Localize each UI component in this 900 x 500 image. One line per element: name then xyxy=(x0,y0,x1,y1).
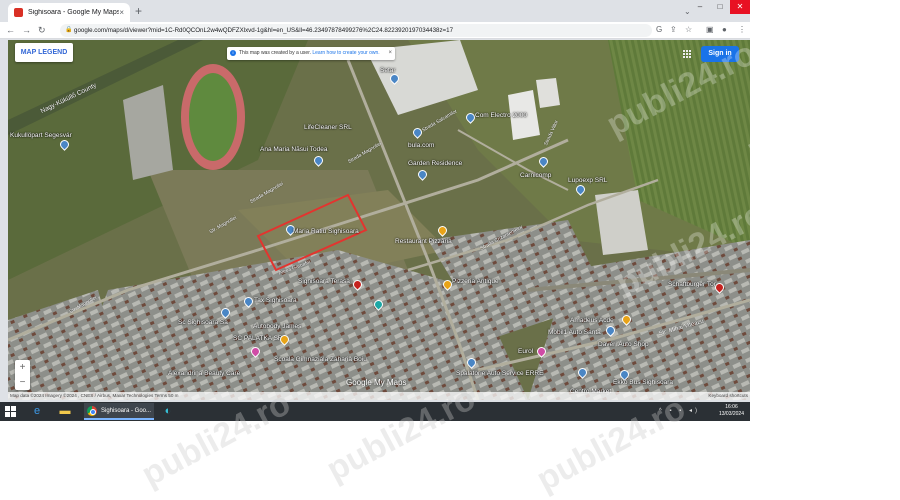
place-label: Garden Residence xyxy=(408,160,463,167)
user-map-notice: i This map was created by a user. Learn … xyxy=(227,47,395,60)
place-label: Schaftburger Tor xyxy=(668,281,716,288)
place-label: Amadeus Acde xyxy=(570,317,614,324)
url-text: google.com/maps/d/viewer?mid=1C-Rd0QCOnL… xyxy=(74,27,454,34)
zoom-in-button[interactable]: + xyxy=(15,360,30,375)
system-clock[interactable]: 16:06 13/03/2024 xyxy=(719,404,744,418)
place-label: Lupoexp SRL xyxy=(568,177,608,184)
place-label: Com Electro 2000 xyxy=(475,112,528,119)
reload-icon[interactable]: ↻ xyxy=(38,24,46,36)
google-lens-icon[interactable]: G xyxy=(656,25,662,35)
place-label: Restaurant Pizzaria xyxy=(395,238,452,245)
google-my-maps-logo: Google My Maps xyxy=(346,378,407,387)
map-attribution: Map data ©2024 Imagery ©2024 , CNES / Ai… xyxy=(8,392,750,400)
place-label: Autobody James xyxy=(253,323,302,330)
place-label: Sighisoara Terasa xyxy=(298,278,350,285)
place-label: Mobil1 Auto Santa xyxy=(548,329,601,336)
place-label: Carnicomp xyxy=(520,172,552,179)
minimize-button[interactable]: – xyxy=(690,0,710,14)
notice-text: This map was created by a user. xyxy=(239,50,311,56)
place-label: Spalatorie Auto Service ERRE xyxy=(456,370,544,377)
place-label: Sc Sighisoara Sa xyxy=(178,319,228,326)
place-label: Ekko Bus Sighisoara xyxy=(613,379,673,386)
place-label: Pizzeria Antique xyxy=(452,278,499,285)
place-label: Tax Sighisoara xyxy=(254,297,297,304)
apps-grid-icon[interactable] xyxy=(683,50,692,59)
chrome-taskbar-label: Sighisoara - Goo... xyxy=(101,407,152,414)
notice-close-icon[interactable]: × xyxy=(388,47,392,60)
my-maps-favicon-icon xyxy=(14,8,23,17)
place-label: Ana Maria Năsui Todea xyxy=(260,146,328,153)
close-window-button[interactable]: ✕ xyxy=(730,0,750,14)
screen: Sighisoara - Google My Maps × + ⌄ – □ ✕ … xyxy=(0,0,750,421)
place-label: Alexandrina Beauty Care xyxy=(168,370,241,377)
clock-time: 16:06 xyxy=(725,404,738,410)
bookmark-star-icon[interactable]: ☆ xyxy=(685,25,692,35)
place-label: Setar xyxy=(380,67,396,74)
clock-date: 13/03/2024 xyxy=(718,411,744,417)
place-label: SC PALATKA SRL xyxy=(233,335,287,342)
profile-avatar-icon[interactable]: ● xyxy=(722,25,727,35)
windows-start-icon[interactable] xyxy=(5,406,16,417)
attribution-text: Map data ©2024 Imagery ©2024 , CNES / Ai… xyxy=(10,393,179,398)
place-label: Daveri Auto Shop xyxy=(598,341,649,348)
place-label: Kukullöpart Segesvár xyxy=(10,132,72,139)
place-label: bula.com xyxy=(408,142,435,149)
chrome-icon xyxy=(87,405,97,416)
maximize-button[interactable]: □ xyxy=(710,0,730,14)
learn-more-link[interactable]: Learn how to create your own. xyxy=(312,50,379,56)
tab-close-icon[interactable]: × xyxy=(119,8,124,17)
place-label: Maria Ratiu Sighisoara xyxy=(293,228,359,235)
chrome-taskbar-button[interactable]: Sighisoara - Goo... xyxy=(84,403,154,420)
window-controls: – □ ✕ xyxy=(690,0,750,14)
internet-explorer-icon[interactable]: e xyxy=(27,404,47,419)
zoom-out-button[interactable]: − xyxy=(15,375,30,390)
forward-icon[interactable]: → xyxy=(22,24,31,36)
new-tab-button[interactable]: + xyxy=(135,5,142,17)
keyboard-shortcuts-link[interactable]: Keyboard shortcuts xyxy=(708,392,748,400)
place-label: Scoala Gimnaziala Zaharia Boiu xyxy=(274,356,367,363)
side-panel-icon[interactable]: ▣ xyxy=(706,25,714,35)
place-label: LifeCleaner SRL xyxy=(304,124,352,131)
map-legend-button[interactable]: MAP LEGEND xyxy=(15,43,73,62)
share-icon[interactable]: ⇪ xyxy=(670,25,677,35)
place-label: Eurol xyxy=(518,348,534,355)
tab-strip: Sighisoara - Google My Maps × + ⌄ – □ ✕ xyxy=(0,0,750,22)
edge-icon[interactable]: ◐ xyxy=(158,404,178,419)
info-icon: i xyxy=(230,50,236,56)
file-explorer-icon[interactable]: ▬ xyxy=(55,404,75,419)
back-icon[interactable]: ← xyxy=(6,24,15,36)
address-bar[interactable]: 🔒 google.com/maps/d/viewer?mid=1C-Rd0QCO… xyxy=(60,24,652,37)
tab-title: Sighisoara - Google My Maps xyxy=(28,9,120,16)
tab-active[interactable]: Sighisoara - Google My Maps × xyxy=(8,3,130,22)
lock-icon: 🔒 xyxy=(65,27,73,33)
zoom-control: + − xyxy=(15,360,30,390)
menu-kebab-icon[interactable]: ⋮ xyxy=(738,25,746,35)
browser-toolbar: ← → ↻ 🔒 google.com/maps/d/viewer?mid=1C-… xyxy=(0,22,750,39)
